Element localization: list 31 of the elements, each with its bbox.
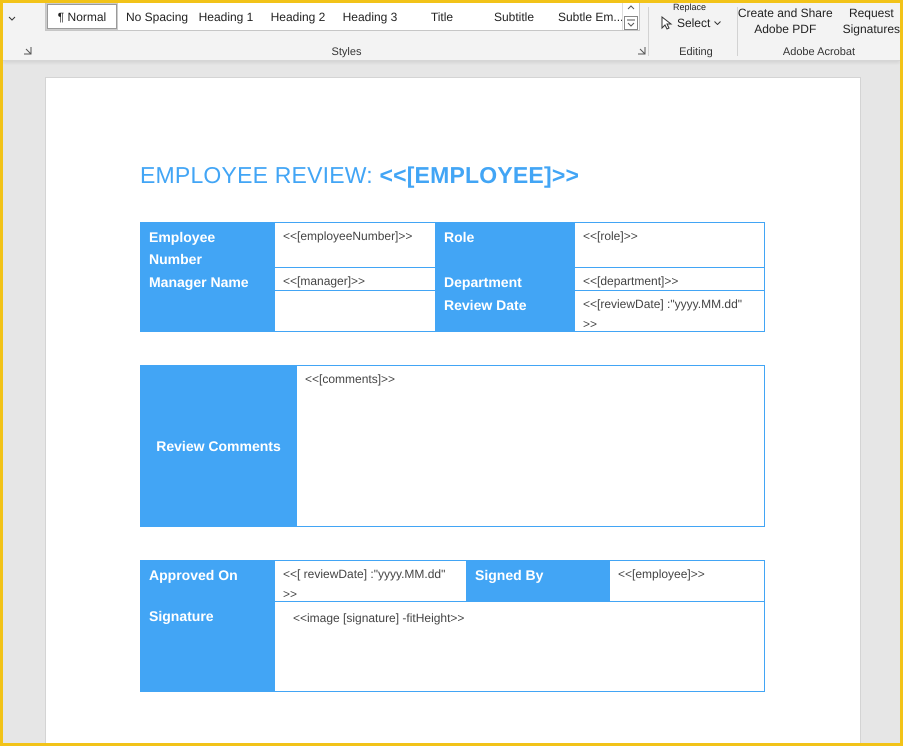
document-title: EMPLOYEE REVIEW: <<[EMPLOYEE]>> bbox=[140, 162, 580, 189]
style-item[interactable]: Subtle Em... bbox=[551, 4, 621, 29]
style-item[interactable]: No Spacing bbox=[119, 4, 189, 29]
group-label: Editing bbox=[679, 46, 713, 58]
style-item[interactable]: Heading 1 bbox=[191, 4, 261, 29]
style-item[interactable]: ¶ Normal bbox=[47, 4, 117, 29]
group-label: Adobe Acrobat bbox=[782, 46, 856, 58]
caret-icon bbox=[714, 21, 722, 25]
style-item[interactable]: Heading 3 bbox=[335, 4, 405, 29]
replace-button[interactable]: Replace bbox=[672, 3, 706, 12]
group-label: Styles bbox=[332, 46, 362, 58]
field-value: <<[manager]>> bbox=[275, 268, 435, 290]
style-item[interactable]: Title bbox=[407, 4, 477, 29]
dialog-launcher-icon[interactable] bbox=[637, 46, 646, 55]
field-value: <<[reviewDate] :"yyyy.MM.dd" >> bbox=[575, 291, 764, 331]
field-value: <<[comments]>> bbox=[297, 366, 764, 526]
more-styles-icon[interactable] bbox=[624, 16, 638, 30]
dialog-launcher-icon[interactable] bbox=[23, 46, 32, 55]
select-button[interactable]: Select bbox=[660, 16, 722, 30]
field-value: <<[ reviewDate] :"yyyy.MM.dd" >> bbox=[275, 561, 466, 601]
style-item[interactable]: Heading 2 bbox=[263, 4, 333, 29]
field-value: <<[employee]>> bbox=[610, 561, 764, 601]
create-pdf-button[interactable]: Create and Share Adobe PDF bbox=[738, 5, 833, 37]
field-value: <<[department]>> bbox=[575, 268, 764, 290]
field-value: <<image [signature] -fitHeight>> bbox=[275, 602, 764, 691]
caret-icon[interactable] bbox=[8, 16, 16, 21]
field-value: <<[role]>> bbox=[575, 223, 764, 267]
field-value: <<[employeeNumber]>> bbox=[275, 223, 435, 267]
pointer-icon bbox=[660, 16, 673, 30]
style-item[interactable]: Subtitle bbox=[479, 4, 549, 29]
request-signatures-button[interactable]: Request Signatures bbox=[842, 5, 900, 37]
